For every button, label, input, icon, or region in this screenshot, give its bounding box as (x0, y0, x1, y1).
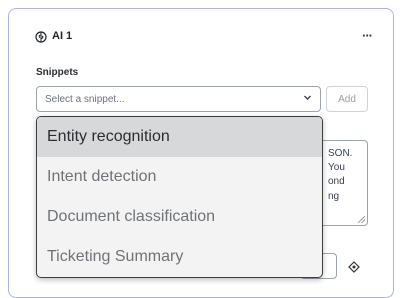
brain-icon (35, 30, 47, 43)
dropdown-option-intent-detection[interactable]: Intent detection (37, 157, 322, 197)
dropdown-option-document-classification[interactable]: Document classification (37, 197, 322, 237)
resize-grip-icon[interactable] (358, 216, 365, 223)
more-horizontal-icon[interactable]: ··· (362, 28, 373, 44)
dropdown-option-ticketing-summary[interactable]: Ticketing Summary (37, 237, 322, 277)
textarea-text-fragment: You (328, 162, 345, 173)
textarea-text-fragment: SON. (328, 148, 353, 159)
snippets-label: Snippets (36, 67, 79, 78)
snippet-dropdown-menu: Entity recognition Intent detection Docu… (36, 116, 323, 278)
chevron-down-icon (303, 93, 312, 105)
textarea-text-fragment: ng (328, 191, 340, 202)
add-snippet-button[interactable]: Add (326, 86, 368, 112)
target-icon[interactable] (348, 260, 360, 273)
card-title: AI 1 (52, 30, 73, 42)
card-header: AI 1 (35, 28, 375, 44)
dropdown-option-entity-recognition[interactable]: Entity recognition (37, 117, 322, 157)
snippet-select[interactable]: Select a snippet... (36, 86, 321, 112)
textarea-text-fragment: ond (328, 176, 345, 187)
snippet-select-placeholder: Select a snippet... (45, 93, 125, 105)
